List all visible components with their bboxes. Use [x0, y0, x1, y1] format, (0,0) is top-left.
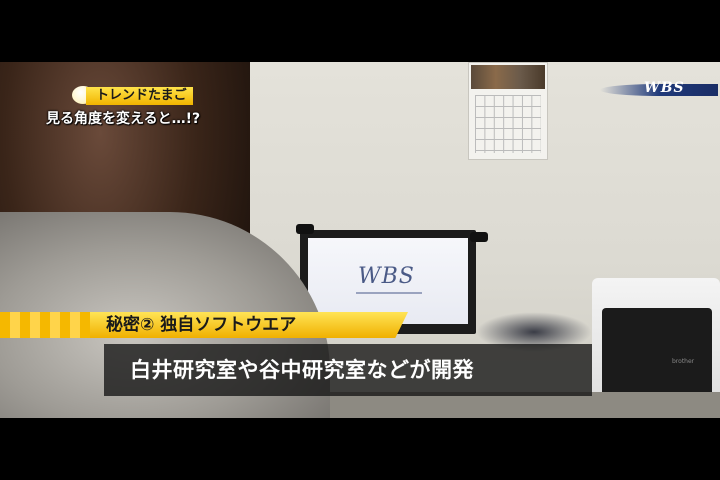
monitor-clip-left	[296, 224, 314, 234]
printer-front-panel: brother	[602, 308, 712, 404]
wall-calendar	[468, 62, 548, 160]
caption-body: 白井研究室や谷中研究室などが開発	[130, 358, 474, 382]
caption-stripe	[0, 312, 100, 338]
calendar-photo	[471, 65, 545, 89]
screen-wbs-logo: WBS	[358, 264, 415, 289]
monitor-screen: WBS	[308, 238, 468, 324]
calendar-grid	[475, 95, 541, 153]
corner-tag-subtitle: 見る角度を変えると…!?	[46, 111, 201, 127]
wbs-bug: WBS	[600, 80, 718, 102]
printer-brand: brother	[672, 358, 695, 365]
caption-heading: 秘密② 独自ソフトウエア	[106, 315, 297, 335]
monitor-clip-right	[470, 232, 488, 242]
bug-logo-text: WBS	[644, 80, 685, 96]
corner-tag-title: トレンドたまご	[86, 87, 193, 105]
screen-logo-underline	[356, 292, 422, 294]
